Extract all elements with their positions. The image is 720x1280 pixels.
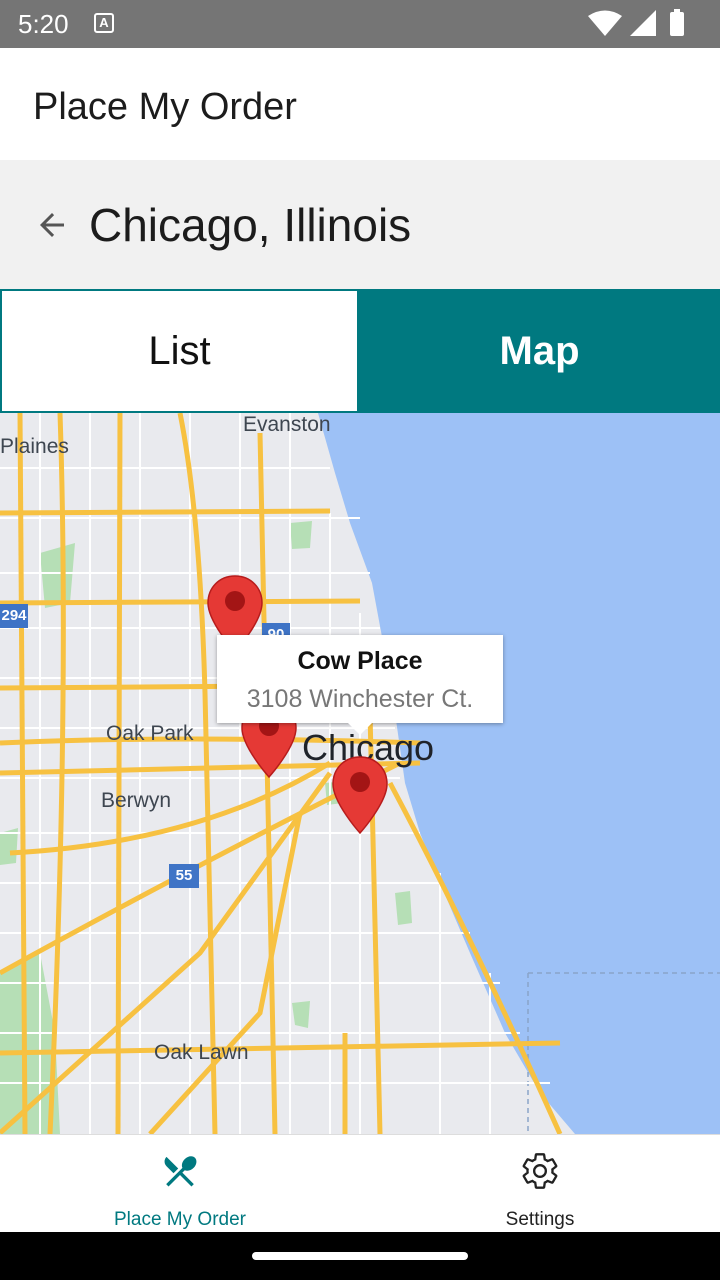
interstate-294-shield: 294 — [0, 604, 28, 628]
city-header: Chicago, Illinois — [0, 160, 720, 289]
callout-address: 3108 Winchester Ct. — [246, 685, 474, 713]
map-label-evanston: Evanston — [243, 413, 331, 436]
notification-icon: A — [94, 13, 114, 33]
battery-icon — [670, 12, 684, 36]
tab-map[interactable]: Map — [359, 289, 720, 413]
nav-label-place-my-order: Place My Order — [114, 1209, 246, 1230]
status-time: 5:20 — [18, 9, 69, 39]
wifi-icon — [588, 10, 622, 36]
home-gesture-handle[interactable] — [252, 1252, 468, 1260]
interstate-55-shield: 55 — [169, 864, 199, 888]
park-area — [395, 891, 412, 925]
map-label-des-plaines: Plaines — [0, 435, 69, 458]
bottom-navigation: Place My Order Settings — [0, 1134, 720, 1233]
app-bar: Place My Order — [0, 48, 720, 160]
map-view[interactable]: Evanston Plaines Oak Park Chicago Berwyn… — [0, 413, 720, 1134]
gear-icon — [522, 1153, 558, 1189]
system-navigation-bar — [0, 1232, 720, 1280]
restaurant-pin-3[interactable] — [331, 755, 389, 835]
view-tabs: List Map — [0, 289, 720, 413]
back-arrow-icon[interactable] — [34, 207, 70, 243]
map-label-oak-lawn: Oak Lawn — [154, 1041, 249, 1064]
tab-list[interactable]: List — [0, 289, 359, 413]
status-bar: 5:20 A — [0, 0, 720, 48]
map-label-berwyn: Berwyn — [101, 789, 172, 812]
status-icons — [588, 9, 684, 36]
park-area — [290, 521, 312, 549]
map-label-oak-park: Oak Park — [106, 722, 194, 745]
callout-pointer — [348, 723, 372, 735]
park-area — [40, 543, 75, 608]
signal-icon — [630, 10, 656, 36]
callout-restaurant-name: Cow Place — [297, 647, 423, 675]
fork-knife-icon — [164, 1156, 197, 1187]
nav-item-settings[interactable]: Settings — [360, 1135, 720, 1233]
app-title: Place My Order — [33, 86, 297, 128]
nav-item-place-my-order[interactable]: Place My Order — [0, 1135, 360, 1233]
nav-label-settings: Settings — [505, 1209, 575, 1230]
city-title: Chicago, Illinois — [89, 199, 412, 251]
info-callout[interactable]: Cow Place 3108 Winchester Ct. — [217, 635, 503, 735]
